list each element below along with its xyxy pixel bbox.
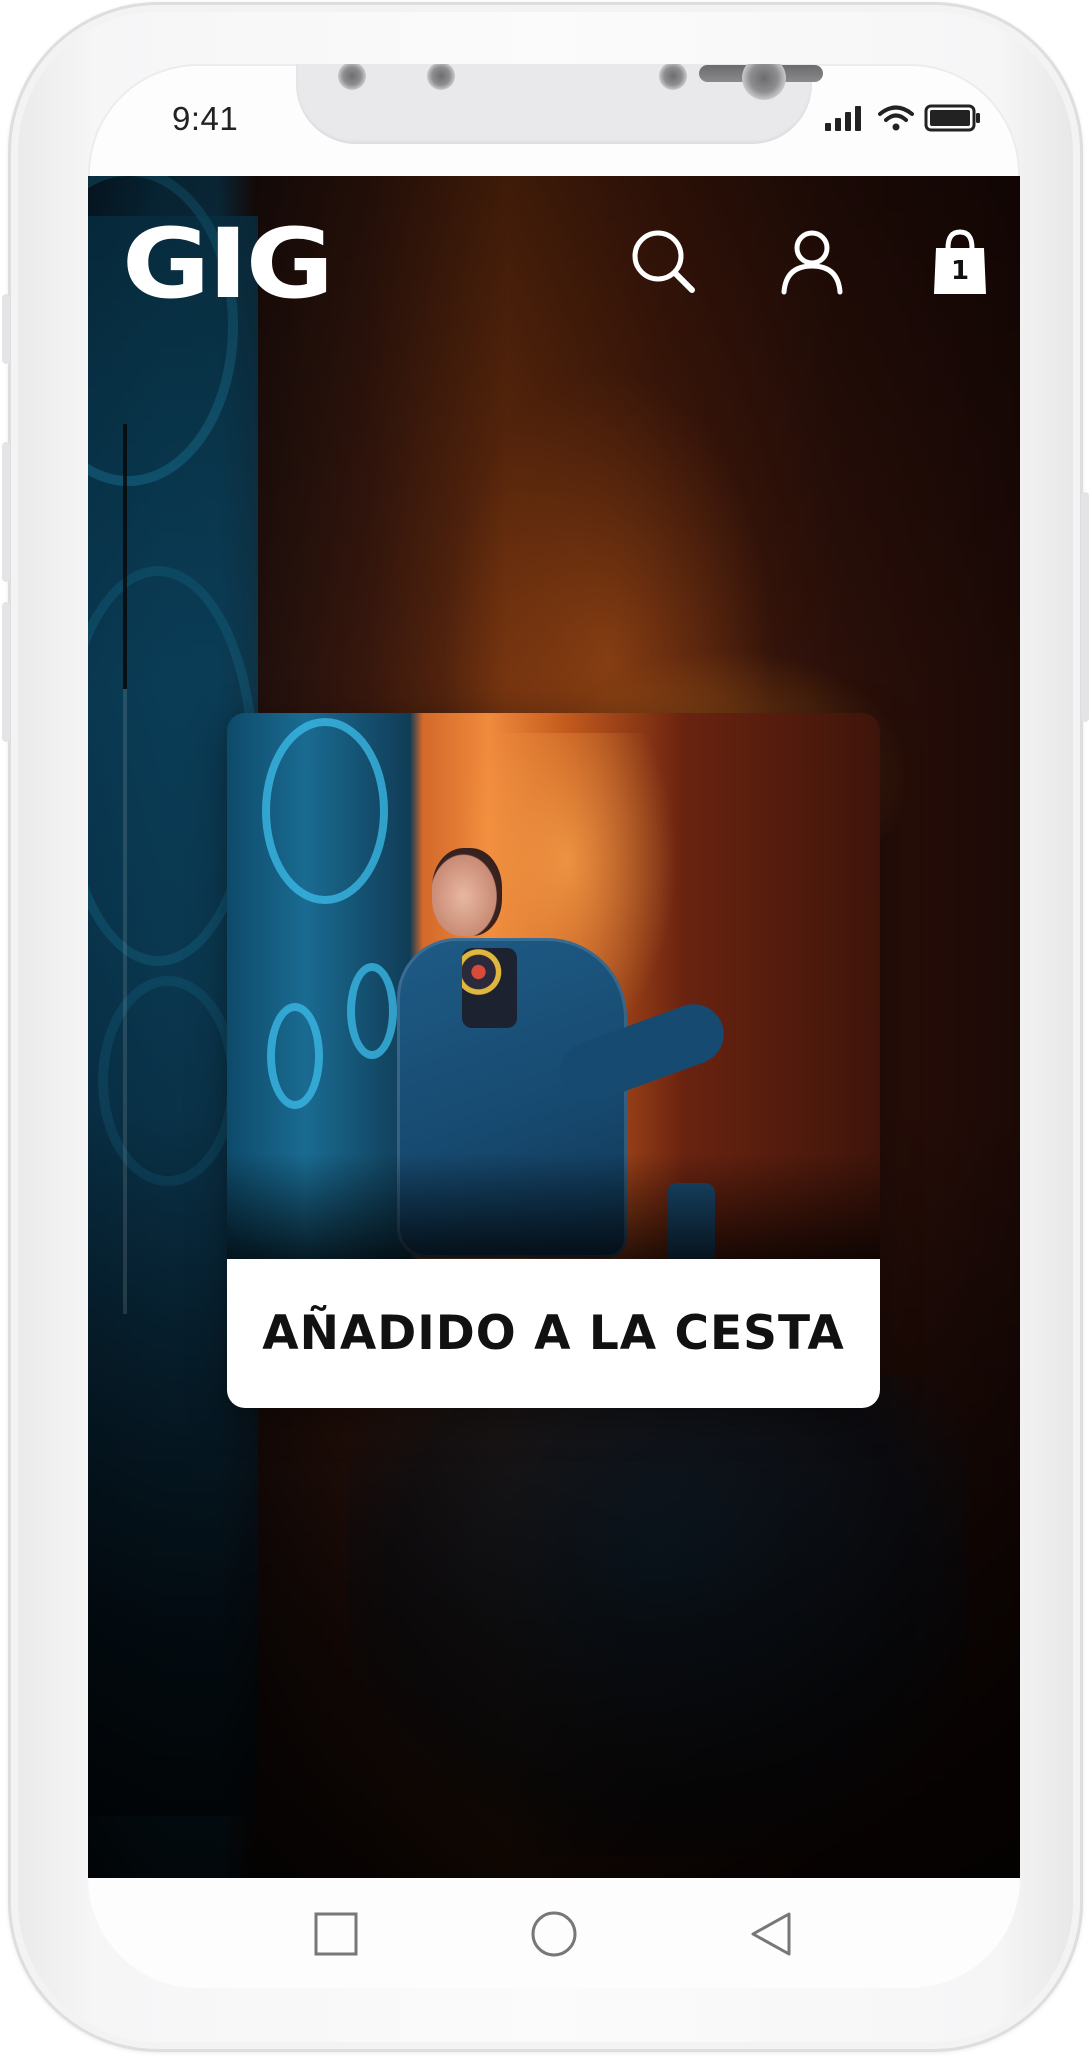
back-button[interactable]: [743, 1906, 799, 1962]
added-to-cart-modal[interactable]: AÑADIDO A LA CESTA: [227, 713, 880, 1408]
recents-button[interactable]: [308, 1906, 364, 1962]
signal-icon: [825, 106, 861, 131]
cart-count-badge: 1: [950, 256, 970, 286]
model-figure: [432, 848, 502, 936]
wifi-icon: [878, 105, 914, 131]
phone-frame: 9:41 GIG 1 AÑADIDO A LA CESTA: [2, 2, 1089, 2052]
scrollbar[interactable]: [123, 424, 127, 1314]
status-bar: 9:41: [88, 64, 1020, 176]
user-icon: [781, 230, 843, 295]
modal-message-area: AÑADIDO A LA CESTA: [227, 1259, 880, 1408]
product-photo: [347, 963, 397, 1059]
app-header: GIG 1: [88, 176, 1020, 326]
status-icons: [824, 104, 982, 132]
side-button: [1081, 492, 1089, 722]
home-button[interactable]: [526, 1906, 582, 1962]
front-camera: [742, 64, 786, 100]
battery-icon: [924, 104, 980, 132]
product-photo: [267, 1003, 323, 1109]
side-button: [2, 294, 10, 364]
product-photo: [227, 1153, 880, 1259]
search-button[interactable]: [628, 226, 700, 298]
sensor-dot: [659, 64, 687, 90]
scrollbar-thumb[interactable]: [123, 424, 127, 689]
added-to-cart-message: AÑADIDO A LA CESTA: [262, 1306, 845, 1361]
hero-background: GIG 1 AÑADIDO A LA CESTA: [88, 176, 1020, 1878]
side-button: [2, 442, 10, 582]
sensor-dot: [338, 64, 366, 90]
home-circle-icon: [531, 1911, 577, 1957]
search-icon: [632, 230, 695, 293]
side-button: [2, 602, 10, 742]
back-triangle-icon: [751, 1912, 791, 1956]
cart-button[interactable]: 1: [924, 226, 996, 298]
account-button[interactable]: [776, 226, 848, 298]
sensor-dot: [427, 64, 455, 90]
recents-square-icon: [314, 1912, 358, 1956]
model-figure: [462, 948, 517, 1028]
status-time: 9:41: [172, 100, 239, 137]
product-photo: [227, 713, 880, 1263]
navigation-bar: [88, 1878, 1020, 1988]
product-photo: [262, 718, 388, 904]
gig-logo[interactable]: GIG: [122, 216, 334, 312]
phone-screen: 9:41 GIG 1 AÑADIDO A LA CESTA: [88, 64, 1020, 1988]
camera-notch: [296, 64, 823, 144]
